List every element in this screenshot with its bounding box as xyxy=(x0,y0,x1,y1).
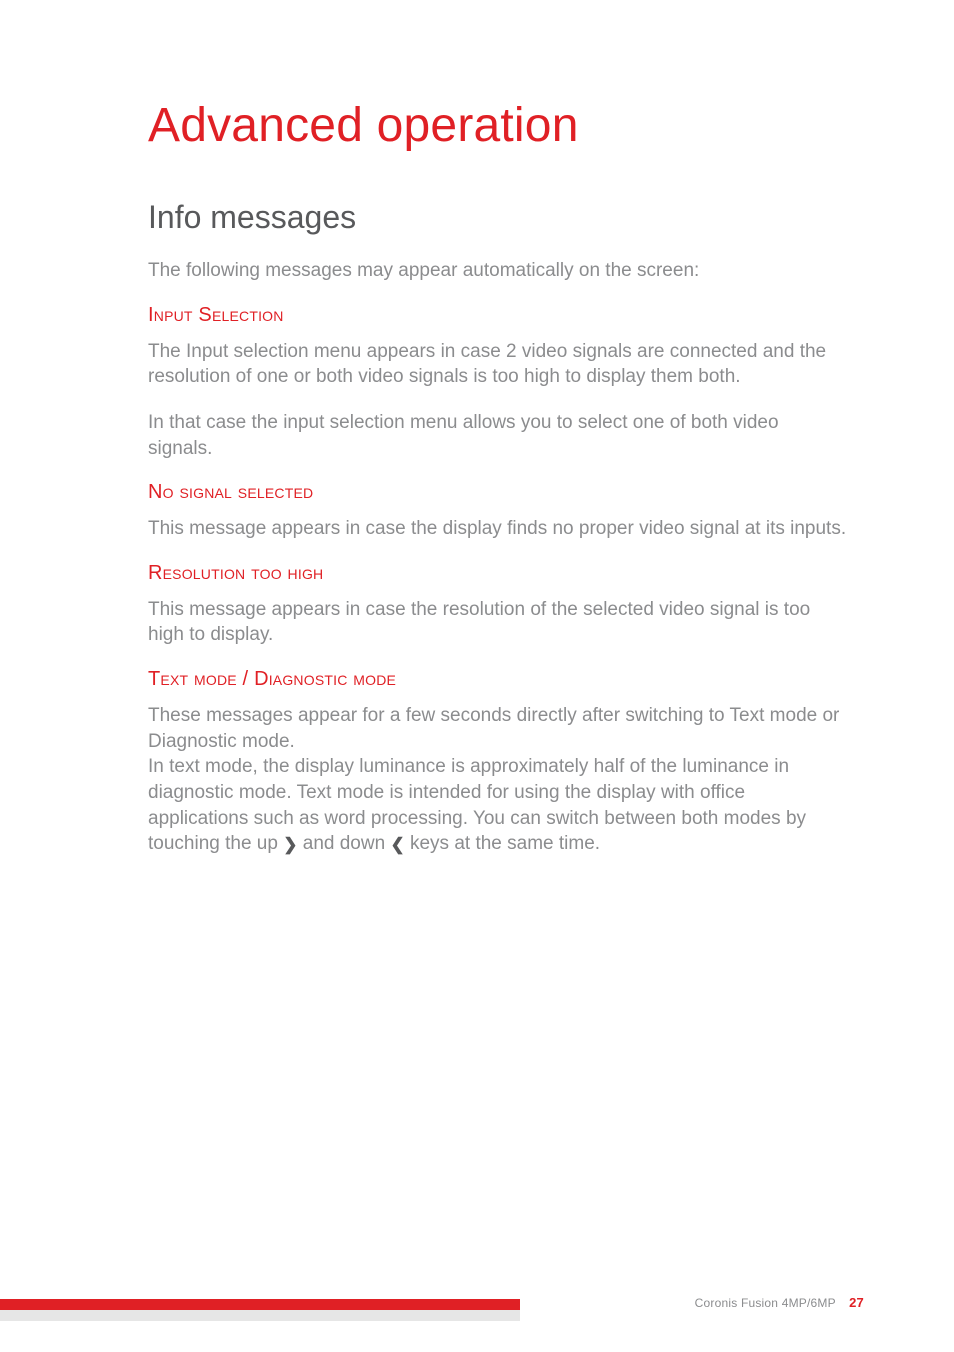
footer-text: Coronis Fusion 4MP/6MP 27 xyxy=(695,1295,864,1310)
footer-gray-bar xyxy=(0,1310,520,1321)
no-signal-p1: This message appears in case the display… xyxy=(148,516,848,542)
footer-red-bar xyxy=(0,1299,520,1310)
section-heading: Info messages xyxy=(148,199,848,236)
up-key-icon: ❯ xyxy=(283,836,297,853)
text-mode-part-c: keys at the same time. xyxy=(410,833,600,854)
heading-input-selection: Input Selection xyxy=(148,304,848,327)
intro-paragraph: The following messages may appear automa… xyxy=(148,258,848,284)
input-selection-p1: The Input selection menu appears in case… xyxy=(148,339,848,390)
block-no-signal: No signal selected This message appears … xyxy=(148,481,848,542)
down-key-icon: ❮ xyxy=(390,836,404,853)
footer: Coronis Fusion 4MP/6MP 27 xyxy=(0,1288,954,1310)
text-mode-part-b: and down xyxy=(303,833,391,854)
page-title: Advanced operation xyxy=(148,98,848,153)
block-resolution-too-high: Resolution too high This message appears… xyxy=(148,562,848,648)
resolution-too-high-p1: This message appears in case the resolut… xyxy=(148,597,848,648)
page-number: 27 xyxy=(849,1295,864,1310)
text-mode-paragraph: These messages appear for a few seconds … xyxy=(148,703,848,857)
block-text-mode: Text mode / Diagnostic mode These messag… xyxy=(148,668,848,857)
heading-no-signal: No signal selected xyxy=(148,481,848,504)
text-mode-line1: These messages appear for a few seconds … xyxy=(148,705,839,752)
input-selection-p2: In that case the input selection menu al… xyxy=(148,410,848,461)
heading-resolution-too-high: Resolution too high xyxy=(148,562,848,585)
content-area: Advanced operation Info messages The fol… xyxy=(148,98,848,867)
document-page: Advanced operation Info messages The fol… xyxy=(0,0,954,1352)
footer-product: Coronis Fusion 4MP/6MP xyxy=(695,1296,836,1310)
block-input-selection: Input Selection The Input selection menu… xyxy=(148,304,848,462)
heading-text-diagnostic-mode: Text mode / Diagnostic mode xyxy=(148,668,848,691)
